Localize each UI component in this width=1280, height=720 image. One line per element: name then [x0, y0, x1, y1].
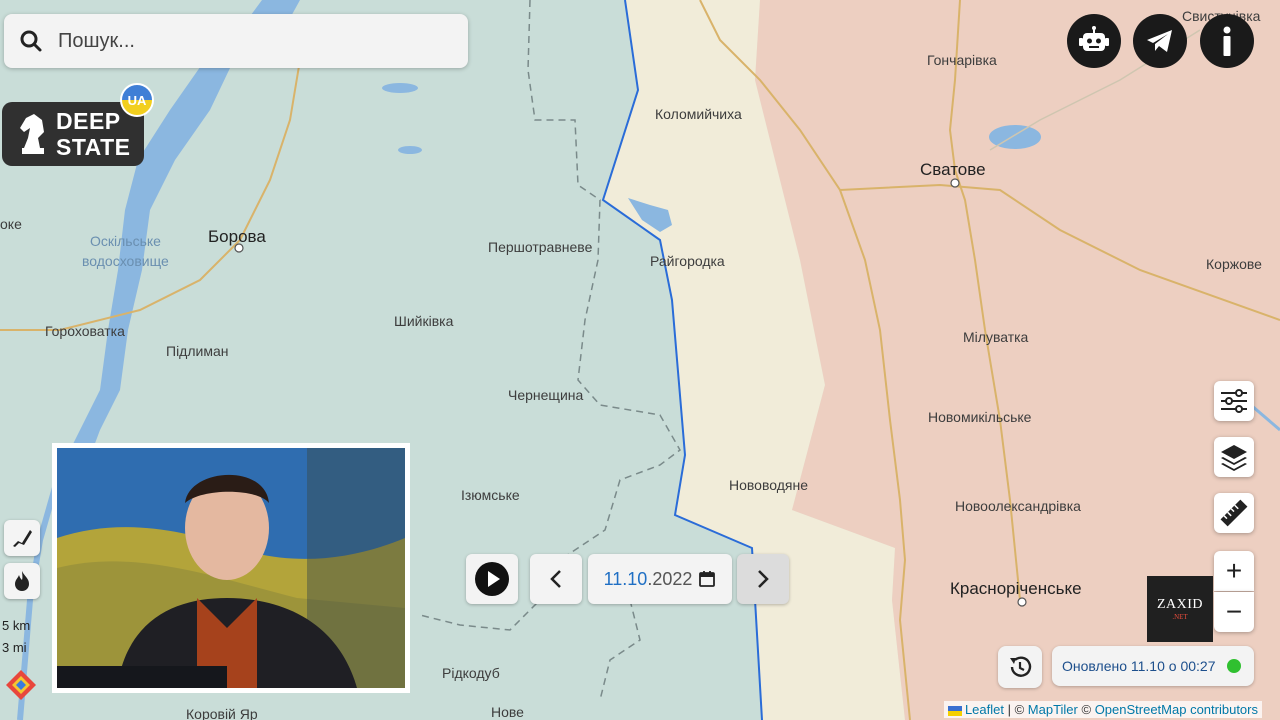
draw-icon — [13, 530, 32, 547]
fire-icon — [15, 571, 29, 591]
map-attribution: Leaflet | © MapTiler © OpenStreetMap con… — [943, 701, 1262, 718]
scale-mi: 3 mi — [2, 640, 27, 655]
label-shyikivka: Шийківка — [394, 313, 454, 329]
label-raihorodka: Райгородка — [650, 253, 725, 269]
label-krasnorichenske: Красноріченське — [950, 579, 1082, 598]
draw-button[interactable] — [4, 520, 40, 556]
label-oskil-reservoir-2: водосховище — [82, 253, 169, 269]
chevron-left-icon — [550, 570, 561, 588]
city-dot-svatove — [950, 178, 960, 188]
date-year: .2022 — [647, 568, 693, 589]
date-day: 11.10 — [603, 568, 648, 589]
maptiler-link[interactable]: MapTiler — [1028, 702, 1078, 717]
bot-button[interactable] — [1067, 14, 1121, 68]
info-button[interactable] — [1200, 14, 1254, 68]
zoom-in-button[interactable]: + — [1214, 551, 1254, 591]
label-ridkodub: Рідкодуб — [442, 665, 500, 681]
ruler-icon — [1220, 499, 1248, 527]
prev-date-button[interactable] — [530, 554, 582, 604]
fire-button[interactable] — [4, 563, 40, 599]
scale-mi-label: 3 mi — [2, 640, 27, 655]
label-borova: Борова — [208, 227, 266, 246]
layers-icon — [1221, 445, 1247, 471]
zaxid-line2: .NET — [1172, 613, 1188, 621]
leaflet-link[interactable]: Leaflet — [965, 702, 1004, 717]
label-iziumske: Ізюмське — [461, 487, 520, 503]
label-oke-fragment: оке — [0, 216, 22, 232]
label-svatove: Сватове — [920, 160, 986, 179]
search-bar[interactable] — [4, 14, 468, 68]
update-status-text: Оновлено 11.10 о 00:27 — [1062, 658, 1216, 674]
label-novomykilske: Новомикільське — [928, 409, 1032, 425]
history-button[interactable] — [998, 646, 1042, 688]
status-indicator — [1227, 659, 1242, 673]
label-kolomyichykha: Коломийчиха — [655, 106, 742, 122]
ukraine-flag-icon — [947, 705, 962, 716]
scale-km: 5 km — [2, 618, 30, 633]
layers-button[interactable] — [1214, 437, 1254, 477]
info-icon — [1223, 26, 1231, 56]
presenter-video-frame — [57, 448, 405, 688]
history-icon — [1010, 656, 1032, 677]
label-chernechshyna: Чернещина — [508, 387, 583, 403]
label-oskil-reservoir-1: Оскільське — [90, 233, 161, 249]
search-icon — [20, 30, 42, 52]
label-horokhovatka: Гороховатка — [45, 323, 125, 339]
webcam-overlay — [52, 443, 410, 693]
logo-line1: DEEP — [56, 108, 121, 134]
calendar-icon — [699, 571, 716, 587]
label-korzhove: Коржове — [1206, 256, 1262, 272]
play-button[interactable] — [466, 554, 518, 604]
play-icon — [475, 562, 509, 596]
app-logo-icon — [6, 670, 36, 700]
filter-button[interactable] — [1214, 381, 1254, 421]
attribution-sep-2: © — [1077, 702, 1095, 717]
label-korovii-yar: Коровій Яр — [186, 706, 258, 720]
label-pershotravneve: Першотравневе — [488, 239, 593, 255]
logo-line2: STATE — [56, 134, 131, 160]
telegram-button[interactable] — [1133, 14, 1187, 68]
ua-badge: UA — [120, 83, 154, 117]
ruler-button[interactable] — [1214, 493, 1254, 533]
label-honcharivka: Гончарівка — [927, 52, 997, 68]
label-novooleksandrivka: Новоолександрівка — [955, 498, 1081, 514]
label-miluvatka: Мілуватка — [963, 329, 1029, 345]
update-status: Оновлено 11.10 о 00:27 — [1052, 646, 1254, 686]
bot-icon — [1079, 26, 1109, 51]
label-novovodiane: Нововодяне — [729, 477, 808, 493]
osm-link[interactable]: OpenStreetMap contributors — [1095, 702, 1258, 717]
label-nove: Нове — [491, 704, 524, 720]
logo-text: DEEP STATE — [56, 108, 130, 160]
lake-1 — [382, 83, 418, 93]
sliders-icon — [1221, 389, 1247, 413]
deepstate-logo[interactable]: DEEP STATE — [2, 102, 144, 166]
zaxid-watermark: ZAXID .NET — [1147, 576, 1213, 642]
lake-2 — [398, 146, 422, 154]
label-pidlyman: Підлиман — [166, 343, 228, 359]
telegram-icon — [1147, 30, 1172, 52]
zoom-out-button[interactable]: − — [1214, 592, 1254, 632]
zaxid-line1: ZAXID — [1156, 597, 1204, 612]
scale-km-label: 5 km — [2, 618, 31, 633]
city-dot-krasnorichenske — [1017, 597, 1027, 607]
search-input[interactable] — [56, 28, 440, 54]
chevron-right-icon — [758, 570, 769, 588]
next-date-button[interactable] — [737, 554, 789, 604]
date-picker[interactable]: 11.10.2022 — [588, 554, 732, 604]
chess-knight-icon — [20, 114, 44, 154]
attribution-sep-1: | © — [1003, 702, 1028, 717]
